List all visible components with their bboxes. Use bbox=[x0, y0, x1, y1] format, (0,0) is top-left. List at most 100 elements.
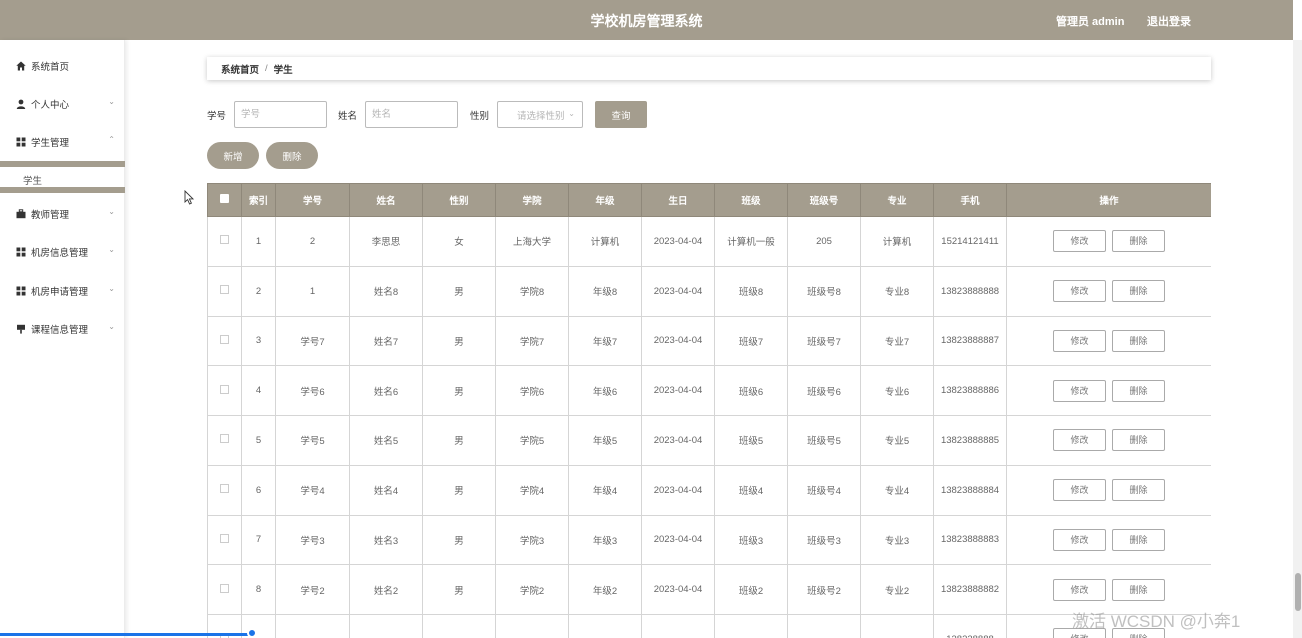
row-select-cell[interactable] bbox=[207, 514, 242, 566]
query-button[interactable]: 查询 bbox=[595, 101, 647, 128]
table-cell bbox=[860, 614, 934, 638]
chevron-down-icon: ⌄ bbox=[108, 284, 115, 293]
table-cell: 班级号2 bbox=[787, 564, 861, 615]
sidebar-item-course-info[interactable]: 课程信息管理 ⌄ bbox=[0, 319, 125, 339]
sidebar-item-room-info[interactable]: 机房信息管理 ⌄ bbox=[0, 242, 125, 262]
edit-button[interactable]: 修改 bbox=[1053, 479, 1106, 502]
table-cell: 138238888 bbox=[933, 614, 1007, 638]
student-no-input[interactable] bbox=[234, 101, 327, 128]
table-cell: 专业2 bbox=[860, 564, 934, 615]
grid-icon bbox=[15, 137, 26, 148]
table-cell bbox=[568, 614, 642, 638]
gender-label: 性别 bbox=[470, 111, 490, 122]
chevron-down-icon: ⌄ bbox=[108, 207, 115, 216]
table-cell: 计算机 bbox=[568, 216, 642, 267]
table-cell: 班级8 bbox=[714, 265, 788, 317]
row-checkbox[interactable] bbox=[220, 434, 229, 444]
edit-button[interactable]: 修改 bbox=[1053, 280, 1106, 303]
row-checkbox[interactable] bbox=[220, 583, 229, 593]
sidebar-item-profile[interactable]: 个人中心 ⌄ bbox=[0, 94, 125, 114]
row-select-cell[interactable] bbox=[207, 564, 242, 615]
table-cell: 姓名7 bbox=[349, 315, 423, 367]
table-cell bbox=[495, 614, 569, 638]
row-select-cell[interactable] bbox=[207, 464, 242, 516]
page-scrollbar[interactable] bbox=[1293, 40, 1302, 638]
select-all-checkbox[interactable] bbox=[220, 194, 229, 203]
delete-button[interactable]: 删除 bbox=[1112, 528, 1165, 551]
chevron-up-icon: ⌃ bbox=[108, 135, 115, 144]
row-checkbox[interactable] bbox=[220, 384, 229, 394]
delete-button[interactable]: 删除 bbox=[1112, 280, 1165, 303]
table-row: 5 学号5 姓名5 男学院5 年级5 2023-04-04 班级5 班级号5 专业5 138238… bbox=[207, 415, 1211, 466]
edit-button[interactable]: 修改 bbox=[1053, 379, 1106, 402]
table-row: 138238888修改删除 bbox=[207, 614, 1211, 638]
delete-button[interactable]: 删除 bbox=[1112, 230, 1165, 253]
scrollbar-thumb[interactable] bbox=[1295, 573, 1301, 611]
column-header: 操作 bbox=[1006, 183, 1211, 217]
table-cell: 年级6 bbox=[568, 365, 642, 416]
edit-button[interactable]: 修改 bbox=[1053, 429, 1106, 452]
column-header: 学院 bbox=[495, 183, 569, 217]
table-cell: 男 bbox=[422, 265, 496, 317]
edit-button[interactable]: 修改 bbox=[1053, 528, 1106, 551]
row-actions-cell: 修改删除 bbox=[1006, 464, 1211, 516]
row-select-cell[interactable] bbox=[207, 365, 242, 416]
table-cell: 班级号8 bbox=[787, 265, 861, 317]
row-select-cell[interactable] bbox=[207, 216, 242, 267]
table-cell: 学号7 bbox=[275, 315, 350, 367]
progress-handle[interactable] bbox=[247, 628, 257, 638]
breadcrumb-current: 学生 bbox=[273, 64, 293, 76]
table-cell: 班级6 bbox=[714, 365, 788, 416]
table-cell: 13823888882 bbox=[933, 564, 1007, 615]
table-cell: 205 bbox=[787, 216, 861, 267]
row-select-cell[interactable] bbox=[207, 265, 242, 317]
edit-button[interactable]: 修改 bbox=[1053, 329, 1106, 352]
row-checkbox[interactable] bbox=[220, 235, 229, 245]
delete-button[interactable]: 删除 bbox=[1112, 578, 1165, 601]
video-progress-bar[interactable] bbox=[0, 633, 252, 636]
row-select-cell[interactable] bbox=[207, 315, 242, 367]
sidebar-subitem-student[interactable]: 学生 bbox=[0, 172, 125, 188]
table-cell: 13823888888 bbox=[933, 265, 1007, 317]
row-select-cell[interactable] bbox=[207, 415, 242, 466]
delete-button[interactable]: 删除 bbox=[1112, 379, 1165, 402]
table-cell bbox=[349, 614, 423, 638]
row-actions-cell: 修改删除 bbox=[1006, 415, 1211, 466]
logout-link[interactable]: 退出登录 bbox=[1147, 13, 1191, 29]
add-button[interactable]: 新增 bbox=[207, 142, 259, 169]
table-cell: 2 bbox=[275, 216, 350, 267]
row-checkbox[interactable] bbox=[220, 484, 229, 494]
name-input[interactable] bbox=[365, 101, 458, 128]
table-cell: 男 bbox=[422, 365, 496, 416]
sidebar-item-student-management[interactable]: 学生管理 ⌃ bbox=[0, 132, 125, 152]
sidebar-item-label: 系统首页 bbox=[31, 62, 70, 73]
gender-select[interactable]: 请选择性别 ⌄ bbox=[497, 101, 583, 128]
batch-delete-button[interactable]: 删除 bbox=[266, 142, 318, 169]
breadcrumb: 系统首页 / 学生 bbox=[207, 57, 1211, 80]
sidebar-item-teacher-management[interactable]: 教师管理 ⌄ bbox=[0, 204, 125, 224]
edit-button[interactable]: 修改 bbox=[1053, 230, 1106, 253]
table-row: 8 学号2 姓名2 男学院2 年级2 2023-04-04 班级2 班级号2 专业2 138238… bbox=[207, 564, 1211, 615]
briefcase-icon bbox=[15, 209, 26, 220]
edit-button[interactable]: 修改 bbox=[1053, 578, 1106, 601]
header-select-all[interactable] bbox=[207, 183, 242, 217]
sidebar-item-home[interactable]: 系统首页 bbox=[0, 56, 125, 76]
row-checkbox[interactable] bbox=[220, 334, 229, 344]
table-cell: 学号5 bbox=[275, 415, 350, 466]
submenu-divider bbox=[0, 161, 125, 167]
chevron-down-icon: ⌄ bbox=[108, 245, 115, 254]
breadcrumb-home[interactable]: 系统首页 bbox=[221, 62, 259, 76]
table-cell: 专业3 bbox=[860, 514, 934, 566]
sidebar-item-label: 课程信息管理 bbox=[31, 325, 89, 336]
delete-button[interactable]: 删除 bbox=[1112, 479, 1165, 502]
row-checkbox[interactable] bbox=[220, 533, 229, 543]
row-checkbox[interactable] bbox=[220, 285, 229, 295]
delete-button[interactable]: 删除 bbox=[1112, 329, 1165, 352]
delete-button[interactable]: 删除 bbox=[1112, 429, 1165, 452]
table-cell: 2023-04-04 bbox=[641, 265, 715, 317]
table-cell: 男 bbox=[422, 514, 496, 566]
sidebar-item-room-application[interactable]: 机房申请管理 ⌄ bbox=[0, 281, 125, 301]
table-header-row: 索引 学号 姓名 性别 学院 年级 生日 班级 班级号 专业 手机 操作 bbox=[207, 183, 1211, 217]
table-cell: 专业6 bbox=[860, 365, 934, 416]
table-cell: 计算机一般 bbox=[714, 216, 788, 267]
